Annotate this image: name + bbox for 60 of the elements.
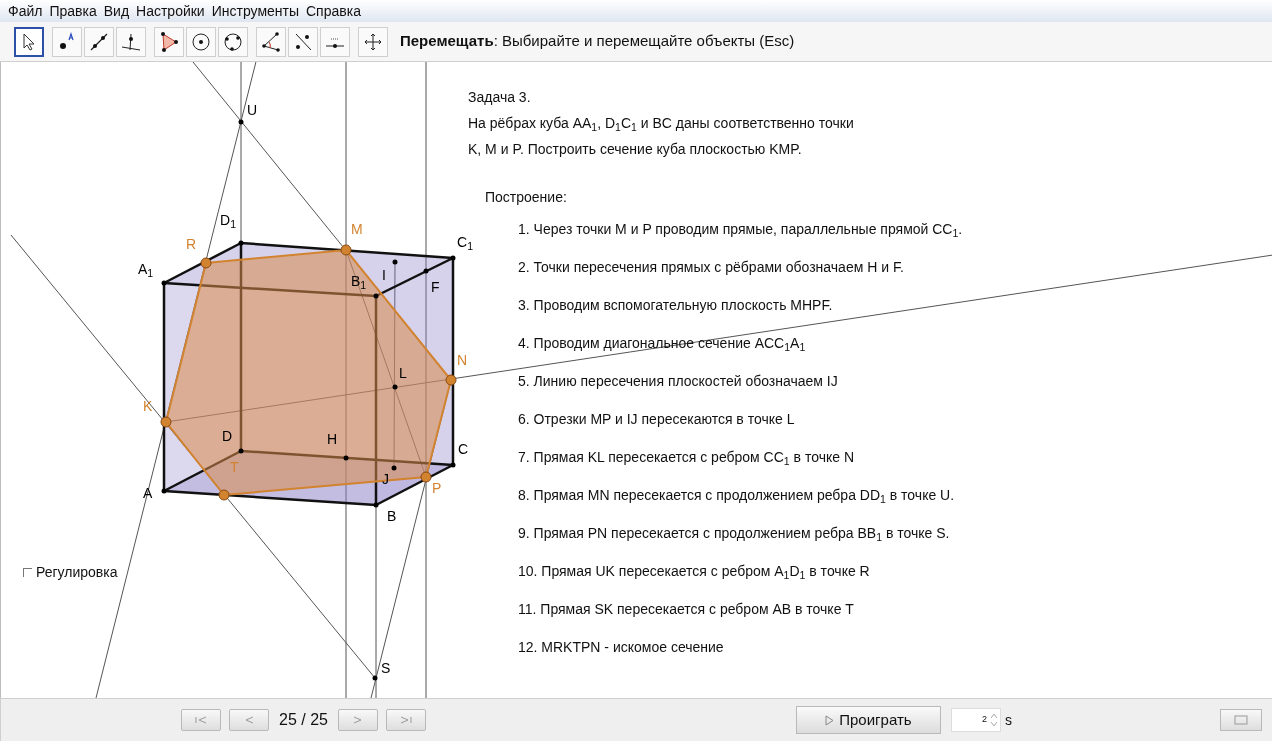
construction-step: 12. MRKTPN - искомое сечение <box>518 634 963 660</box>
checkbox-label: Регулировка <box>36 563 118 582</box>
menu-item[interactable]: Инструменты <box>211 0 299 22</box>
construction-step: 5. Линию пересечения плоскостей обозначаем IJ <box>518 368 963 394</box>
menu-item[interactable]: Справка <box>306 0 361 22</box>
point-label: D$_{1}$ <box>220 212 236 228</box>
point-label: M <box>351 221 363 237</box>
point-label: A$_{1}$ <box>138 261 154 277</box>
construction-step: 7. Прямая KL пересекается с ребром CC$_{1}$ в точке N <box>518 444 963 470</box>
angle-icon <box>260 30 282 53</box>
tool-button[interactable] <box>14 26 44 57</box>
point-label: B$_{1}$ <box>351 273 367 289</box>
construction-step: 8. Прямая MN пересекается с продолжением ребра DD$_{1}$ в точке U. <box>518 482 963 508</box>
task-title: Задача 3. <box>468 88 532 107</box>
construction-step: 10. Прямая UK пересекается с ребром A$_{1}$D$_{1}$ в точке R <box>518 558 963 584</box>
triangle-icon <box>158 30 180 53</box>
spinner-arrows-icon <box>989 712 998 728</box>
task-text: На рёбрах куба AA$_{1}$, D$_{1}$C$_{1}$ и BC даны соответственно точки <box>468 114 855 135</box>
tool-description: Перемещать: Выбирайте и перемещайте объекты (Esc) <box>400 31 795 52</box>
play-button[interactable]: Проиграть <box>795 706 941 734</box>
construction-step: 9. Прямая PN пересекается с продолжением ребра BB$_{1}$ в точке S. <box>518 520 963 546</box>
construction-heading: Построение: <box>485 188 568 207</box>
circle-icon <box>190 30 212 53</box>
construction-step: 3. Проводим вспомогательную плоскость MHPF. <box>518 292 963 318</box>
point-label: P <box>432 480 442 496</box>
menu-item[interactable]: Вид <box>103 0 130 22</box>
construction-step: 2. Точки пересечения прямых с рёбрами обозначаем H и F. <box>518 254 963 280</box>
menu-item[interactable]: Настройки <box>136 0 205 22</box>
point-label: L <box>399 365 407 381</box>
point-label: A <box>143 485 153 501</box>
construction-step: 1. Через точки M и P проводим прямые, параллельные прямой CC$_{1}$. <box>518 216 963 242</box>
construction-step: 6. Отрезки MP и IJ пересекаются в точке L <box>518 406 963 432</box>
point-label: C <box>458 441 469 457</box>
point-label: U <box>247 102 258 118</box>
point-label: T <box>230 459 239 475</box>
point-label: I <box>382 267 386 283</box>
step-counter: 25 / 25 <box>279 710 328 730</box>
interval-spinner[interactable]: 2 <box>950 708 1001 732</box>
first-icon <box>194 716 208 724</box>
construction-step: 11. Прямая SK пересекается с ребром AB в точке T <box>518 596 963 622</box>
menu-item[interactable]: Файл <box>8 0 43 22</box>
point-label: B <box>387 508 397 524</box>
construction-step: 4. Проводим диагональное сечение ACC$_{1}$A$_{1}$ <box>518 330 963 356</box>
point-label: K <box>143 398 153 414</box>
last-icon <box>398 716 413 724</box>
point-label: H <box>327 431 338 447</box>
menu-item[interactable]: Правка <box>49 0 97 22</box>
point-label: N <box>457 352 468 368</box>
interval-unit: s <box>1004 710 1012 730</box>
point-label: F <box>431 279 440 295</box>
view-toggle-button[interactable] <box>1220 709 1262 731</box>
play-icon <box>825 714 835 726</box>
circle-icon <box>222 30 244 53</box>
point-label: J <box>382 471 389 487</box>
task-text: K, M и P. Построить сечение куба плоскостью KMP. <box>468 140 803 159</box>
point-label: C$_{1}$ <box>457 234 473 250</box>
point-label: D <box>222 428 233 444</box>
point-label: R <box>186 236 197 252</box>
point-label: S <box>381 660 391 676</box>
window-icon <box>1234 715 1248 725</box>
